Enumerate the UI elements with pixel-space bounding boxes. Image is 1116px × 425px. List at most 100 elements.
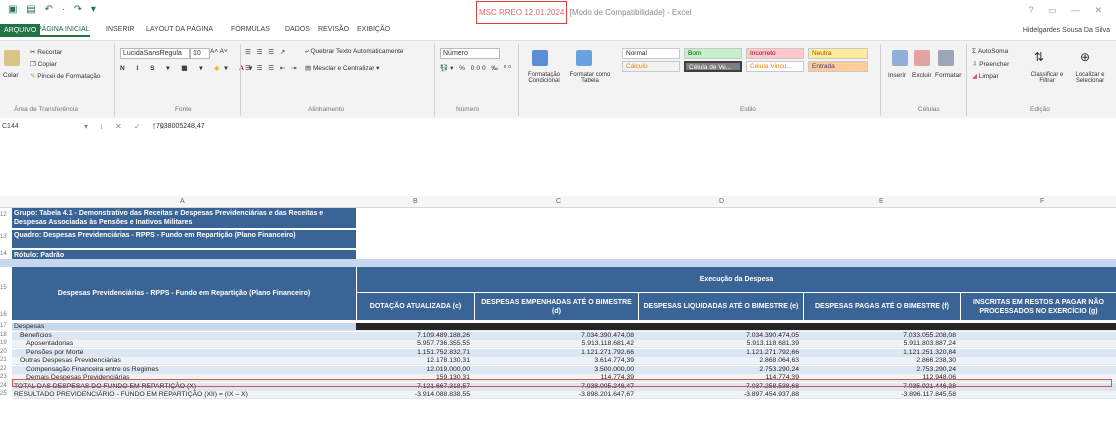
paste-button[interactable]: Colar xyxy=(3,72,19,79)
tab-file[interactable]: ARQUIVO xyxy=(0,24,41,37)
cell-value-d[interactable]: 2.753.290,24 xyxy=(638,366,799,374)
cell-value-d[interactable]: 1.121.271.792,66 xyxy=(638,349,799,357)
cell-value-b[interactable]: 1.151.752.832,71 xyxy=(356,349,470,357)
cell-value-d[interactable]: -3.897.454.937,88 xyxy=(638,391,799,399)
window-controls[interactable]: ? ▭ — ✕ xyxy=(1028,5,1108,16)
align-top-icons[interactable]: ☰ ☰ ☰ ↗ xyxy=(245,48,287,56)
tab-data[interactable]: DADOS xyxy=(285,26,310,33)
user-name[interactable]: Hidelgardes Sousa Da Silva xyxy=(1023,27,1110,34)
table-row[interactable]: Pensões por Morte 1.151.752.832,71 1.121.2… xyxy=(12,349,1116,357)
column-header-f[interactable]: F xyxy=(1040,198,1044,205)
table-row[interactable]: RESULTADO PREVIDENCIÁRIO - FUNDO EM REPA… xyxy=(12,391,1116,399)
font-name-select[interactable]: LucidaSansRegula xyxy=(120,48,190,59)
style-linked-cell[interactable]: Célula Vincu... xyxy=(746,61,804,72)
delete-cells-button[interactable]: Excluir xyxy=(912,72,932,79)
cell-value-b[interactable]: -3.914.088.838,55 xyxy=(356,391,470,399)
cell-value-b[interactable]: 7.109.489.188,26 xyxy=(356,332,470,340)
empenhadas-header[interactable]: DESPESAS EMPENHADAS ATÉ O BIMESTRE (d) xyxy=(474,293,638,320)
font-style-buttons[interactable]: N I S ▾ ▦ ▾ ◈▾ A▾ xyxy=(120,64,257,72)
liquidadas-header[interactable]: DESPESAS LIQUIDADAS ATÉ O BIMESTRE (e) xyxy=(638,293,803,320)
fill-button[interactable]: ⇩ Preencher xyxy=(972,60,1009,68)
table-row[interactable]: Aposentadorias 5.957.736.355,55 5.913.118.… xyxy=(12,340,1116,348)
rotulo-cell[interactable]: Rótulo: Padrão xyxy=(12,250,356,259)
quadro-cell[interactable]: Quadro: Despesas Previdenciárias - RPPS … xyxy=(12,230,356,249)
font-size-select[interactable]: 10 xyxy=(190,48,210,59)
cell-value-c[interactable]: 5.913.118.681,42 xyxy=(474,340,634,348)
number-format-icons[interactable]: 💱▾ % 000 ‰ ⁰⁰ xyxy=(440,64,513,72)
copy-button[interactable]: ❐ Copiar xyxy=(30,60,57,68)
tab-page-layout[interactable]: LAYOUT DA PÁGINA xyxy=(146,26,213,33)
execution-header[interactable]: Execução da Despesa xyxy=(356,267,1116,293)
cell-value-e[interactable]: 7.033.055.208,08 xyxy=(803,332,956,340)
restos-pagar-header[interactable]: INSCRITAS EM RESTOS A PAGAR NÃO PROCESSA… xyxy=(960,293,1116,320)
style-check-cell[interactable]: Célula de Ve... xyxy=(684,61,742,72)
table-row[interactable]: Despesas xyxy=(12,323,1116,331)
cell-value-e[interactable]: -3.896.117.845,58 xyxy=(803,391,956,399)
conditional-format-button[interactable]: Formatação Condicional xyxy=(522,72,566,84)
format-as-table-icon[interactable] xyxy=(576,50,592,66)
column-header-d[interactable]: D xyxy=(719,198,724,205)
quick-access-toolbar[interactable]: ▣ ▤ ↶ · ↷ ▾ xyxy=(8,4,99,15)
cell-value-d[interactable]: 7.034.390.474,05 xyxy=(638,332,799,340)
table-row[interactable]: Outras Despesas Previdenciárias 12.178.13… xyxy=(12,357,1116,365)
cell-value-e[interactable]: 2.753.290,24 xyxy=(803,366,956,374)
number-format-select[interactable]: Número xyxy=(440,48,500,59)
fill-color-icon[interactable]: ◈ xyxy=(214,65,224,72)
dotacao-header[interactable]: DOTAÇÃO ATUALIZADA (c) xyxy=(356,293,474,320)
tab-review[interactable]: REVISÃO xyxy=(318,26,349,33)
tab-formulas[interactable]: FÓRMULAS xyxy=(231,26,270,33)
clear-button[interactable]: ◢ Limpar xyxy=(972,72,999,80)
pagas-header[interactable]: DESPESAS PAGAS ATÉ O BIMESTRE (f) xyxy=(803,293,960,320)
table-row[interactable]: Compensação Financeira entre os Regimes 1… xyxy=(12,366,1116,374)
cell-value-c[interactable]: 3.500.000,00 xyxy=(474,366,634,374)
style-calc[interactable]: Cálculo xyxy=(622,61,680,72)
tab-home[interactable]: PÁGINA INICIAL xyxy=(37,26,90,37)
wrap-text-button[interactable]: ⤶ Quebrar Texto Automaticamente xyxy=(305,48,404,56)
cell-value-c[interactable]: 1.121.271.792,66 xyxy=(474,349,634,357)
align-horizontal-icons[interactable]: ☰ ☰ ☰ ⇤ ⇥ xyxy=(245,64,299,72)
delete-cells-icon[interactable] xyxy=(914,50,930,66)
cell-value-c[interactable]: -3.898.201.647,67 xyxy=(474,391,634,399)
cell-value-b[interactable]: 12.019.000,00 xyxy=(356,366,470,374)
cell-value-b[interactable]: 12.178.130,31 xyxy=(356,357,470,365)
cell-value-b[interactable]: 5.957.736.355,55 xyxy=(356,340,470,348)
cell-value-d[interactable]: 2.868.064,63 xyxy=(638,357,799,365)
font-grow-icon[interactable]: A˄ A˅ xyxy=(210,48,228,55)
cell-value-e[interactable]: 5.911.803.887,24 xyxy=(803,340,956,348)
cut-button[interactable]: ✂ Recortar xyxy=(30,48,62,56)
column-header-b[interactable]: B xyxy=(413,198,418,205)
table-row[interactable]: Benefícios 7.109.489.188,26 7.034.390.474,… xyxy=(12,332,1116,340)
tab-view[interactable]: EXIBIÇÃO xyxy=(357,26,390,33)
format-cells-button[interactable]: Formatar xyxy=(935,72,961,79)
format-as-table-button[interactable]: Formatar como Tabela xyxy=(566,72,614,84)
column-header-a[interactable]: A xyxy=(180,198,185,205)
binoculars-icon[interactable]: ⊕ xyxy=(1080,50,1090,64)
style-good[interactable]: Bom xyxy=(684,48,742,59)
style-input[interactable]: Entrada xyxy=(808,61,868,72)
conditional-format-icon[interactable] xyxy=(532,50,548,66)
tab-insert[interactable]: INSERIR xyxy=(106,26,134,33)
style-normal[interactable]: Normal xyxy=(622,48,680,59)
format-cells-icon[interactable] xyxy=(938,50,954,66)
sort-filter-button[interactable]: Classificar e Filtrar xyxy=(1027,72,1067,84)
find-select-button[interactable]: Localizar e Selecionar xyxy=(1068,72,1112,84)
style-neutral[interactable]: Neutra xyxy=(808,48,868,59)
format-painter-button[interactable]: ✎ Pincel de Formatação xyxy=(30,72,101,80)
expense-column-header[interactable]: Despesas Previdenciárias - RPPS - Fundo … xyxy=(12,267,356,320)
cell-value-e[interactable]: 1.121.251.320,84 xyxy=(803,349,956,357)
insert-cells-button[interactable]: Inserir xyxy=(888,72,906,79)
name-box[interactable]: C144 xyxy=(2,123,58,134)
cell-value-c[interactable]: 7.034.390.474,08 xyxy=(474,332,634,340)
insert-cells-icon[interactable] xyxy=(892,50,908,66)
style-bad[interactable]: Incorreto xyxy=(746,48,804,59)
cell-value-d[interactable]: 5.913.118.681,39 xyxy=(638,340,799,348)
formula-input[interactable]: 7038005248,47 xyxy=(156,123,205,130)
cell-value-c[interactable]: 3.614.774,39 xyxy=(474,357,634,365)
cell-value-e[interactable]: 2.866.238,30 xyxy=(803,357,956,365)
column-header-e[interactable]: E xyxy=(879,198,884,205)
column-header-c[interactable]: C xyxy=(556,198,561,205)
paste-icon[interactable] xyxy=(4,50,20,66)
sort-filter-icon[interactable]: ⇅ xyxy=(1034,50,1044,64)
group-title-cell[interactable]: Grupo: Tabela 4.1 - Demonstrativo das Re… xyxy=(12,208,356,229)
merge-center-button[interactable]: ▤ Mesclar e Centralizar ▾ xyxy=(305,64,379,72)
